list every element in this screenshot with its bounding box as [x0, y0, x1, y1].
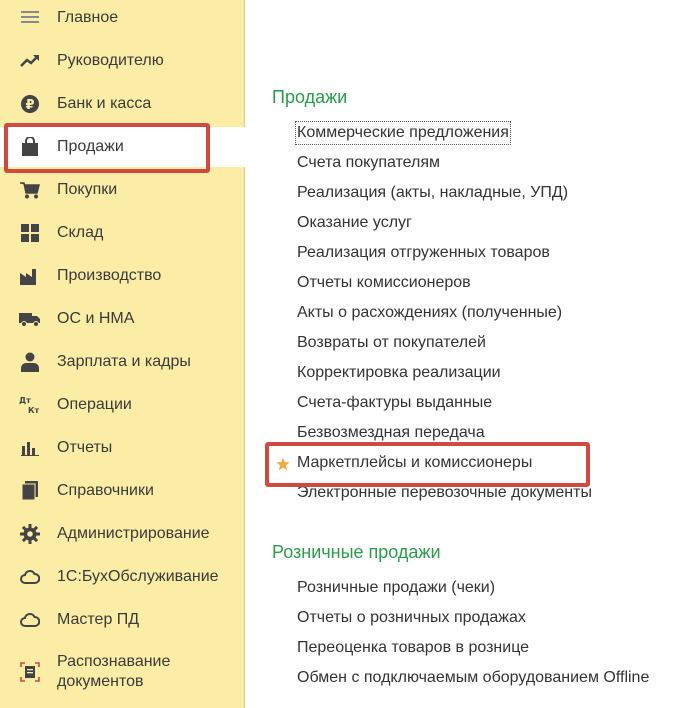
document-scan-icon [19, 661, 41, 683]
link-commissioner-reports[interactable]: Отчеты комиссионеров [297, 273, 471, 293]
svg-text:Кт: Кт [28, 406, 40, 415]
sidebar-item-bukh-obsluzhivanie[interactable]: 1С:БухОбслуживание [0, 557, 245, 597]
sidebar-item-reports[interactable]: Отчеты [0, 428, 245, 468]
section-title-sales: Продажи [272, 87, 348, 107]
sidebar-item-label: Производство [57, 267, 162, 284]
sidebar: Главное Руководителю ₽ Банк и касса Прод… [0, 0, 246, 708]
sidebar-item-purchases[interactable]: Покупки [0, 170, 245, 210]
sidebar-item-label: Справочники [57, 482, 154, 499]
link-issued-invoices[interactable]: Счета-фактуры выданные [297, 393, 492, 413]
sidebar-item-label: Руководителю [57, 52, 164, 69]
section-title-retail: Розничные продажи [272, 542, 441, 562]
link-services[interactable]: Оказание услуг [297, 213, 412, 233]
link-retail-repricing[interactable]: Переоценка товаров в рознице [297, 638, 529, 658]
link-retail-receipts[interactable]: Розничные продажи (чеки) [297, 578, 495, 598]
sidebar-item-label: Мастер ПД [57, 611, 140, 628]
sidebar-item-warehouse[interactable]: Склад [0, 213, 245, 253]
menu-lines-icon [19, 7, 41, 29]
highlight-frame [4, 123, 210, 173]
person-icon [19, 351, 41, 373]
truck-icon [19, 308, 41, 330]
sidebar-item-manager[interactable]: Руководителю [0, 41, 245, 81]
sidebar-item-fixed-assets[interactable]: ОС и НМА [0, 299, 245, 339]
sidebar-item-recognition[interactable]: Распознавание документов [0, 648, 245, 696]
sidebar-item-bank[interactable]: ₽ Банк и касса [0, 84, 245, 124]
sidebar-item-label: Зарплата и кадры [57, 353, 191, 370]
sidebar-item-main[interactable]: Главное [0, 0, 245, 38]
books-icon [19, 480, 41, 502]
sidebar-item-administration[interactable]: Администрирование [0, 514, 245, 554]
sidebar-item-master-pd[interactable]: Мастер ПД [0, 600, 245, 640]
link-shipped-goods[interactable]: Реализация отгруженных товаров [297, 243, 550, 263]
sidebar-item-label: Склад [57, 224, 104, 241]
link-sales-correction[interactable]: Корректировка реализации [297, 363, 501, 383]
highlight-frame [265, 442, 590, 487]
svg-text:Дт: Дт [19, 396, 31, 405]
sidebar-item-label: Отчеты [57, 439, 113, 456]
sidebar-item-salary[interactable]: Зарплата и кадры [0, 342, 245, 382]
link-free-transfer[interactable]: Безвозмездная передача [297, 423, 485, 443]
ruble-coin-icon: ₽ [19, 93, 41, 115]
sidebar-item-production[interactable]: Производство [0, 256, 245, 296]
trend-up-icon [19, 50, 41, 72]
cloud-icon [19, 609, 41, 631]
cloud-icon [19, 566, 41, 588]
sidebar-item-operations[interactable]: Дт Кт Операции [0, 385, 245, 425]
bar-chart-icon [19, 437, 41, 459]
sidebar-item-label: Главное [57, 9, 119, 26]
svg-text:₽: ₽ [25, 98, 34, 113]
sidebar-item-directories[interactable]: Справочники [0, 471, 245, 511]
link-customer-invoices[interactable]: Счета покупателям [297, 153, 440, 173]
sidebar-item-label: Операции [57, 396, 132, 413]
sidebar-item-label: 1С:БухОбслуживание [57, 568, 219, 585]
sidebar-item-label: Администрирование [57, 525, 210, 542]
dt-kt-icon: Дт Кт [19, 394, 41, 416]
link-sales-acts[interactable]: Реализация (акты, накладные, УПД) [297, 183, 568, 203]
shopping-cart-icon [19, 179, 41, 201]
link-discrepancy-acts[interactable]: Акты о расхождениях (полученные) [297, 303, 562, 323]
sidebar-item-label: Покупки [57, 181, 118, 198]
sidebar-item-label: Банк и касса [57, 95, 152, 112]
warehouse-grid-icon [19, 222, 41, 244]
link-retail-reports[interactable]: Отчеты о розничных продажах [297, 608, 526, 628]
factory-icon [19, 265, 41, 287]
link-commercial-offers[interactable]: Коммерческие предложения [295, 121, 511, 145]
link-customer-returns[interactable]: Возвраты от покупателей [297, 333, 486, 353]
gear-icon [19, 523, 41, 545]
sidebar-item-label: Распознавание документов [57, 653, 171, 690]
sidebar-item-label: ОС и НМА [57, 310, 135, 327]
link-offline-exchange[interactable]: Обмен с подключаемым оборудованием Offli… [297, 668, 649, 688]
